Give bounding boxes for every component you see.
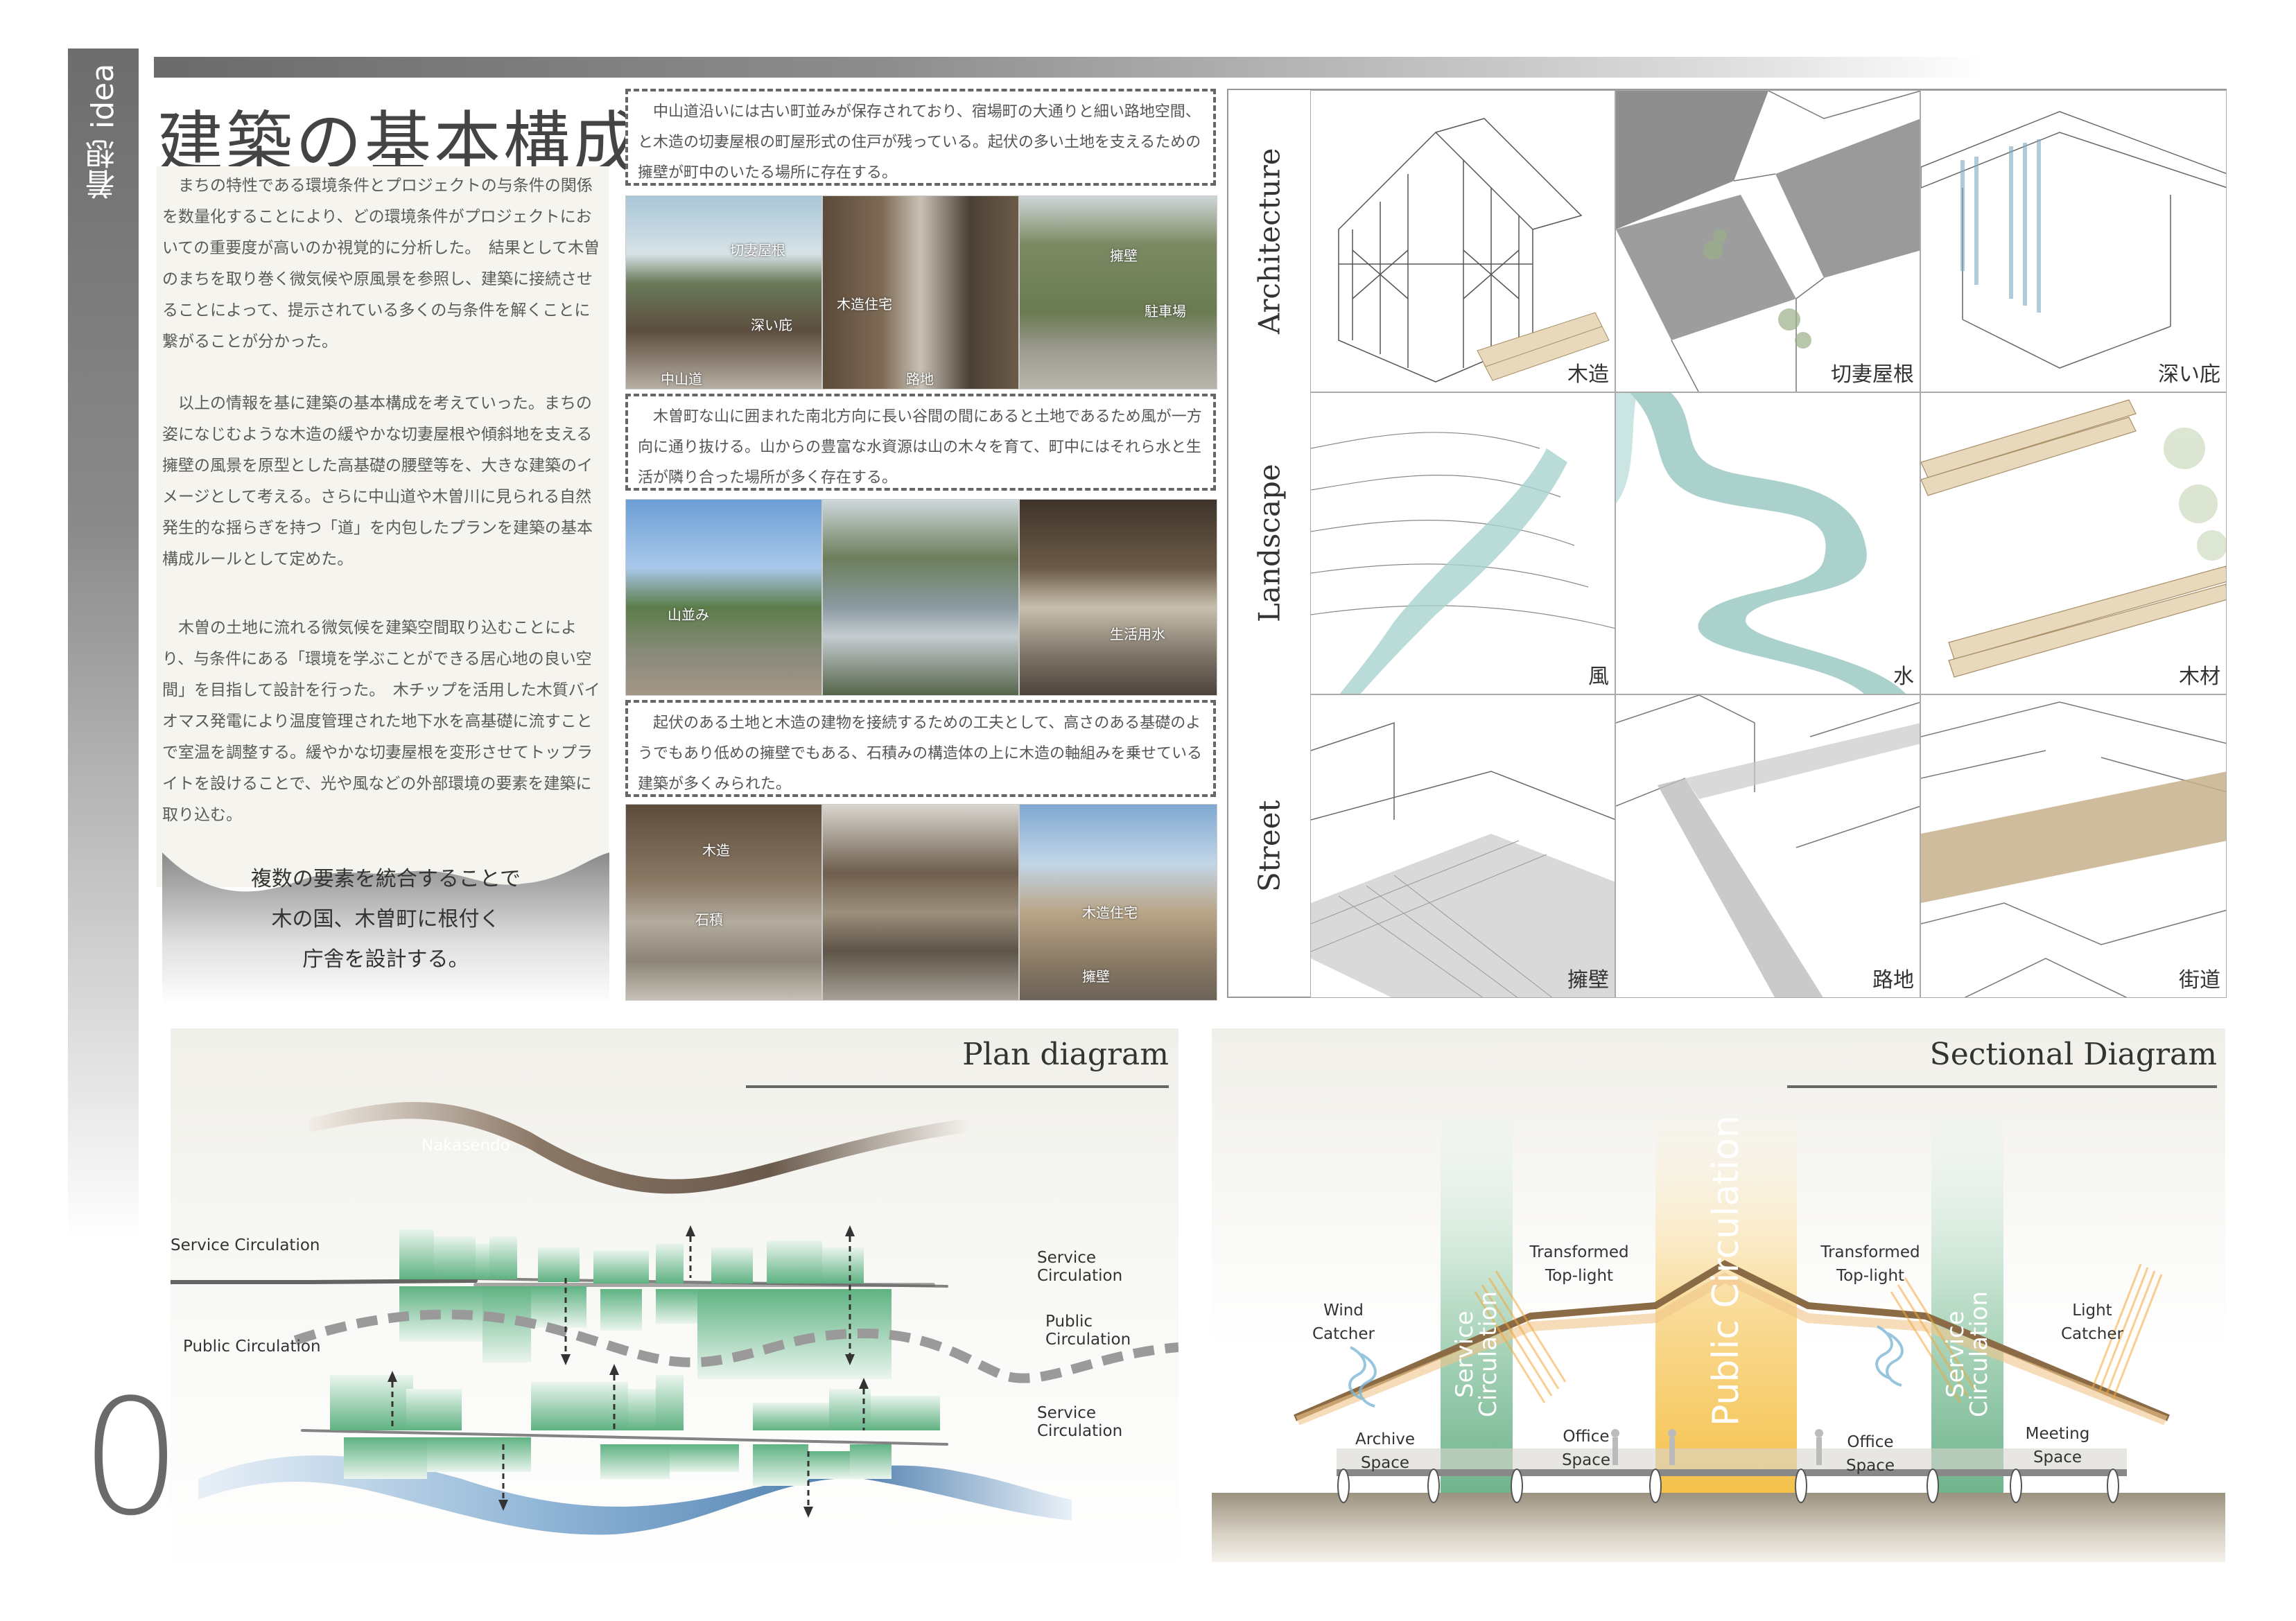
label-kisogawa: Kisogawa <box>864 1504 940 1522</box>
label-wind-catcher: Wind Catcher <box>1312 1302 1375 1343</box>
cell-retaining-wall: 擁壁 <box>1310 694 1615 998</box>
water-river-sketch <box>1616 393 1906 694</box>
photo-label: 木造 <box>702 842 730 859</box>
paragraph-microclimate: 木曽の土地に流れる微気候を建築空間取り込むことにより、与条件にある「環境を学ぶこ… <box>162 619 600 824</box>
cell-timber: 木材 <box>1920 392 2227 694</box>
concept-statement: 複数の要素を統合することで 木の国、木曽町に根付く 庁舎を設計する。 <box>162 859 609 980</box>
cell-caption: 風 <box>1588 665 1609 689</box>
concept-line: 複数の要素を統合することで <box>250 867 521 891</box>
section-diagram-panel: Sectional Diagram Service Circulation Pu… <box>1212 1028 2225 1562</box>
label-service-circulation-right-bottom: Service Circulation <box>1037 1404 1123 1440</box>
label-top-light-right: Transformed Top-light <box>1820 1243 1920 1285</box>
wood-frame-sketch <box>1338 118 1610 383</box>
cell-caption: 街道 <box>2179 968 2220 992</box>
label-meeting-space: Meeting Space <box>2025 1425 2090 1466</box>
photo-label: 山並み <box>668 606 709 623</box>
highway-sketch <box>1921 701 2226 997</box>
concept-line: 木の国、木曽町に根付く <box>271 907 501 931</box>
plan-diagram-graphic <box>171 1102 1179 1535</box>
top-gradient-bar <box>154 57 1984 78</box>
cell-wind: 風 <box>1310 392 1615 694</box>
photo-water-use: 生活用水 <box>1019 499 1217 696</box>
timber-logs-sketch <box>1921 399 2226 678</box>
cell-wood-structure: 木造 <box>1310 90 1615 392</box>
wind-terrain-sketch <box>1311 432 1615 694</box>
label-nakasendo: Nakasendo <box>421 1137 510 1155</box>
label-public-circulation: Public Circulation <box>1705 1115 1747 1427</box>
row-label-landscape: Landscape <box>1252 464 1287 623</box>
retaining-wall-sketch <box>1311 721 1615 997</box>
label-public-circulation-left: Public Circulation <box>183 1338 321 1356</box>
photo-label: 木造住宅 <box>837 296 892 313</box>
cell-caption: 水 <box>1893 665 1914 689</box>
element-matrix: Architecture Landscape Street 木造 切妻屋根 深い… <box>1227 89 2227 998</box>
caption-box-street: 中山道沿いには古い町並みが保存されており、宿場町の大通りと細い路地空間、と木造の… <box>625 89 1216 186</box>
cell-deep-eaves: 深い庇 <box>1920 90 2227 392</box>
gable-roof-sketch <box>1616 91 1920 392</box>
photo-label: 駐車場 <box>1145 303 1186 319</box>
photo-alley: 木造住宅 路地 <box>822 195 1019 389</box>
label-office-space-left: Office Space <box>1561 1428 1611 1469</box>
photo-kiso-river <box>822 499 1019 696</box>
caption-box-foundation: 起伏のある土地と木造の建物を接続するための工夫として、高さのある基礎のようでもあ… <box>625 700 1216 797</box>
deep-eaves-sketch <box>1921 111 2226 369</box>
row-label-street: Street <box>1252 800 1287 893</box>
section-label: 着想 idea <box>85 63 121 200</box>
cell-caption: 木材 <box>2179 665 2220 689</box>
photo-label: 中山道 <box>661 371 702 387</box>
photo-timber-facade <box>822 804 1019 1001</box>
row-label-architecture: Architecture <box>1252 148 1287 335</box>
plan-diagram-panel: Plan diagram Nakasendo Kisogawa Service … <box>171 1028 1179 1576</box>
cell-gable-roof: 切妻屋根 <box>1615 90 1920 392</box>
label-archive-space: Archive Space <box>1355 1430 1416 1472</box>
photo-label: 深い庇 <box>751 317 792 333</box>
photo-label: 路地 <box>906 371 934 387</box>
side-band <box>68 49 139 1241</box>
photo-label: 擁壁 <box>1110 247 1138 264</box>
label-service-circulation-1: Service Circulation <box>1451 1290 1502 1418</box>
photo-mountains: 山並み <box>625 499 822 696</box>
cell-caption: 切妻屋根 <box>1831 362 1914 387</box>
paragraph-analysis: まちの特性である環境条件とプロジェクトの与条件の関係を数量化することにより、どの… <box>162 177 600 351</box>
cell-caption: 深い庇 <box>2158 362 2220 387</box>
caption-box-landscape: 木曽町な山に囲まれた南北方向に長い谷間の間にあると土地であるため風が一方向に通り… <box>625 394 1216 491</box>
photo-wooden-house: 木造住宅 擁壁 <box>1019 804 1217 1001</box>
label-service-circulation-2: Service Circulation <box>1942 1290 1993 1418</box>
label-public-circulation-right: Public Circulation <box>1045 1313 1131 1349</box>
cell-caption: 木造 <box>1567 362 1609 387</box>
concept-line: 庁舎を設計する。 <box>302 947 469 972</box>
label-top-light-left: Transformed Top-light <box>1529 1243 1629 1285</box>
photo-label: 擁壁 <box>1082 968 1110 985</box>
cell-highway: 街道 <box>1920 694 2227 998</box>
photo-label: 切妻屋根 <box>730 242 785 259</box>
label-service-circulation-left: Service Circulation <box>171 1236 320 1254</box>
cell-water: 水 <box>1615 392 1920 694</box>
photo-retaining-wall: 擁壁 駐車場 <box>1019 195 1217 389</box>
photo-label: 生活用水 <box>1110 626 1165 642</box>
photo-stone-base: 木造 石積 <box>625 804 822 1001</box>
cell-caption: 擁壁 <box>1567 968 1609 992</box>
alley-sketch <box>1616 695 1920 997</box>
label-service-circulation-right-top: Service Circulation <box>1037 1249 1123 1285</box>
label-office-space-right: Office Space <box>1845 1433 1895 1475</box>
photo-nakasendo-street: 切妻屋根 深い庇 中山道 <box>625 195 822 389</box>
photo-label: 木造住宅 <box>1082 904 1138 921</box>
photo-label: 石積 <box>695 911 723 928</box>
paragraph-composition: 以上の情報を基に建築の基本構成を考えていった。まちの姿になじむような木造の緩やか… <box>162 394 593 568</box>
cell-caption: 路地 <box>1872 968 1914 992</box>
cell-alley: 路地 <box>1615 694 1920 998</box>
label-light-catcher: Light Catcher <box>2060 1302 2123 1343</box>
